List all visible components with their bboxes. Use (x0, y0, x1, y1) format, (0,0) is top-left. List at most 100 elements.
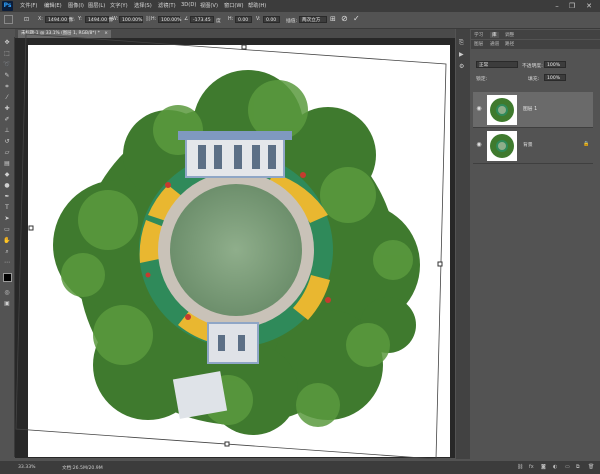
transform-tool-icon[interactable] (4, 15, 13, 24)
vskew-field[interactable]: 0.00 (263, 16, 280, 23)
adjustment-layer-icon[interactable]: ◐ (553, 464, 557, 470)
rotate-icon: ∠ (184, 16, 189, 22)
screen-mode-icon[interactable]: ▣ (3, 300, 11, 308)
shape-tool-icon[interactable]: ▭ (3, 226, 11, 234)
width-field[interactable]: 100.00% (119, 16, 143, 23)
height-field[interactable]: 100.00% (158, 16, 181, 23)
layer-thumbnail (487, 95, 517, 125)
angle-unit: 度 (216, 19, 221, 24)
tab-adjustments[interactable]: 调整 (505, 32, 514, 38)
layer-thumbnail (487, 131, 517, 161)
actions-panel-icon[interactable]: ▶ (459, 51, 464, 58)
options-bar: ⊡ X: 1494.00 像 △ Y: 1494.00 像 W: 100.00%… (0, 12, 600, 29)
stamp-tool-icon[interactable]: ⊥ (3, 127, 11, 135)
maximize-icon[interactable]: ❐ (567, 1, 577, 11)
bottom-handle[interactable] (224, 441, 230, 447)
transform-bounding-box[interactable] (15, 29, 455, 459)
menu-view[interactable]: 视图(V) (200, 2, 218, 9)
quick-select-tool-icon[interactable]: ✎ (3, 72, 11, 80)
eyedropper-tool-icon[interactable]: ⁄ (3, 94, 11, 102)
tab-learn[interactable]: 学习 (474, 32, 483, 38)
relative-position-icon[interactable]: △ (71, 16, 75, 22)
delete-layer-icon[interactable]: 🗑 (588, 464, 594, 470)
properties-panel-icon[interactable]: ⚙ (459, 63, 464, 70)
menu-help[interactable]: 帮助(H) (248, 2, 266, 9)
new-layer-icon[interactable]: ⧉ (576, 464, 580, 470)
layer-row-1[interactable]: ◉ 图层 1 (473, 92, 593, 128)
minimize-icon[interactable]: – (552, 1, 562, 11)
healing-tool-icon[interactable]: ✚ (3, 105, 11, 113)
layer-row-2[interactable]: ◉ 背景 🔒 (473, 128, 593, 164)
layer-name[interactable]: 图层 1 (523, 105, 537, 112)
fill-field[interactable]: 100% (544, 74, 566, 81)
visibility-eye-icon[interactable]: ◉ (475, 141, 483, 149)
path-select-tool-icon[interactable]: ➤ (3, 215, 11, 223)
hand-tool-icon[interactable]: ✋ (3, 237, 11, 245)
blur-tool-icon[interactable]: ◆ (3, 171, 11, 179)
menu-3d[interactable]: 3D(D) (181, 2, 196, 8)
angle-field[interactable]: -173.45 (190, 16, 214, 23)
opacity-field[interactable]: 100% (544, 61, 566, 68)
w-label: W: (112, 17, 119, 22)
menu-edit[interactable]: 编辑(E) (44, 2, 62, 9)
crop-tool-icon[interactable]: ⌗ (3, 83, 11, 91)
blend-mode-select[interactable]: 正常 (476, 61, 518, 68)
top-handle[interactable] (241, 44, 247, 50)
fill-label: 填充: (528, 77, 540, 82)
cancel-transform-icon[interactable]: ⊘ (341, 14, 348, 23)
pen-tool-icon[interactable]: ✒ (3, 193, 11, 201)
menu-filter[interactable]: 滤镜(T) (158, 2, 176, 9)
visibility-eye-icon[interactable]: ◉ (475, 105, 483, 113)
hskew-field[interactable]: 0.00 (235, 16, 252, 23)
lock-icon: 🔒 (583, 141, 590, 147)
close-icon[interactable]: ✕ (584, 1, 594, 11)
tools-panel: ✥ ⬚ ➰ ✎ ⌗ ⁄ ✚ ✐ ⊥ ↺ ▱ ▤ ◆ ● ✒ T ➤ ▭ ✋ ⌕ … (0, 37, 15, 457)
more-tools-icon[interactable]: ⋯ (3, 259, 11, 267)
left-handle[interactable] (28, 225, 34, 231)
zoom-tool-icon[interactable]: ⌕ (3, 248, 11, 256)
reference-point-icon[interactable]: ⊡ (24, 15, 33, 24)
menu-layer[interactable]: 图层(L) (88, 2, 105, 9)
tab-channels[interactable]: 通道 (490, 41, 499, 47)
interpolation-select[interactable]: 两次立方 (299, 16, 327, 23)
new-group-icon[interactable]: ▭ (565, 464, 570, 470)
lock-label: 锁定: (476, 77, 488, 82)
move-tool-icon[interactable]: ✥ (3, 39, 11, 47)
interpolation-label: 插值: (286, 19, 298, 24)
menu-type[interactable]: 文字(Y) (110, 2, 128, 9)
zoom-readout[interactable]: 33.33% (18, 465, 36, 470)
y-field[interactable]: 1494.00 像 (85, 16, 113, 23)
menu-image[interactable]: 图像(I) (68, 2, 84, 9)
gradient-tool-icon[interactable]: ▤ (3, 160, 11, 168)
add-mask-icon[interactable]: ◙ (541, 464, 546, 470)
dodge-tool-icon[interactable]: ● (3, 182, 11, 190)
right-handle[interactable] (437, 261, 443, 267)
vskew-label: V: (256, 17, 261, 22)
tab-paths[interactable]: 路径 (505, 41, 514, 47)
x-label: X: (38, 17, 43, 22)
commit-transform-icon[interactable]: ✓ (353, 14, 360, 23)
brush-tool-icon[interactable]: ✐ (3, 116, 11, 124)
x-field[interactable]: 1494.00 像 (45, 16, 73, 23)
link-layers-icon[interactable]: ⛓ (517, 464, 523, 470)
tab-layers[interactable]: 图层 (474, 41, 483, 47)
warp-icon[interactable]: ⊞ (330, 15, 336, 23)
quick-mask-icon[interactable]: ◎ (3, 289, 11, 297)
menu-window[interactable]: 窗口(W) (224, 2, 244, 9)
app-logo: Ps (2, 1, 13, 11)
opacity-label: 不透明度: (522, 64, 543, 69)
tab-libraries[interactable]: 库 (490, 32, 499, 38)
foreground-color-swatch[interactable] (3, 273, 12, 282)
type-tool-icon[interactable]: T (3, 204, 11, 212)
marquee-tool-icon[interactable]: ⬚ (3, 50, 11, 58)
history-brush-tool-icon[interactable]: ↺ (3, 138, 11, 146)
menu-file[interactable]: 文件(F) (20, 2, 37, 9)
eraser-tool-icon[interactable]: ▱ (3, 149, 11, 157)
menu-bar: Ps 文件(F) 编辑(E) 图像(I) 图层(L) 文字(Y) 选择(S) 滤… (0, 0, 600, 12)
history-panel-icon[interactable]: ⎘ (459, 39, 464, 47)
lasso-tool-icon[interactable]: ➰ (3, 61, 11, 69)
menu-select[interactable]: 选择(S) (134, 2, 152, 9)
layer-name[interactable]: 背景 (523, 141, 533, 148)
y-label: Y: (78, 17, 82, 22)
layer-style-icon[interactable]: fx (529, 464, 534, 470)
